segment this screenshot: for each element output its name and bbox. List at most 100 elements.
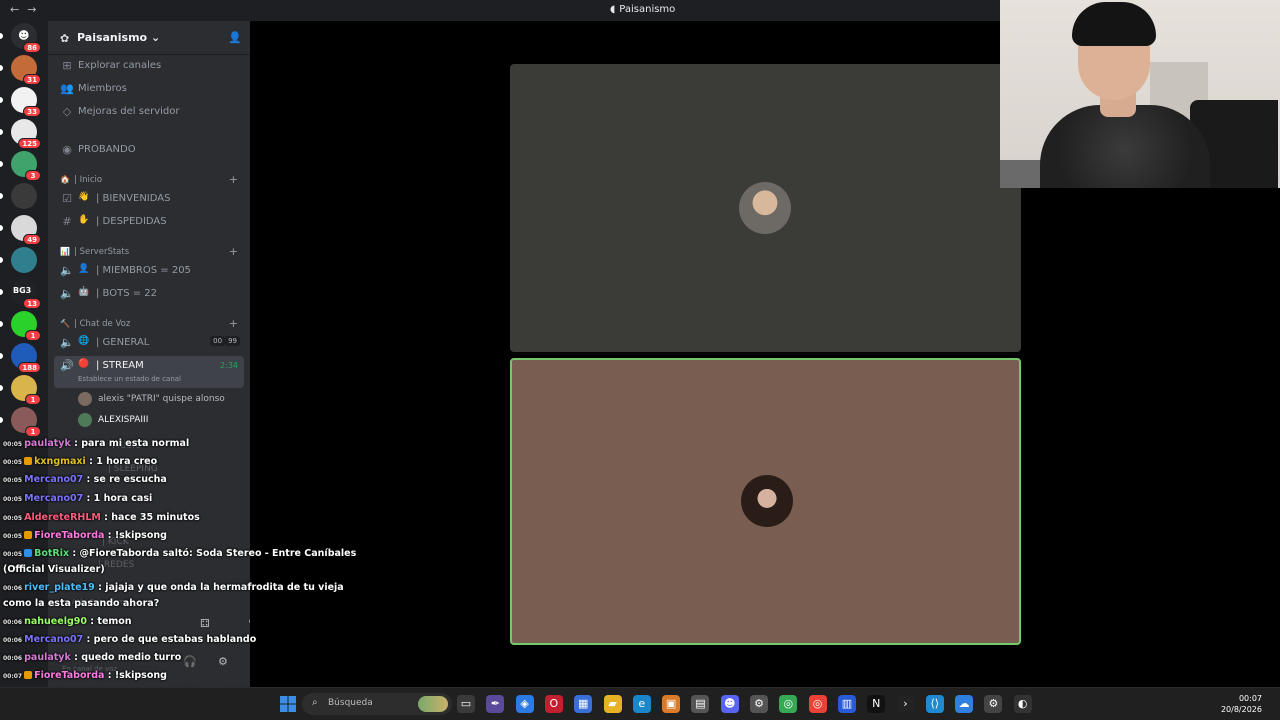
calendar-icon[interactable]: ▤ (691, 695, 710, 713)
category-chat-de-voz[interactable]: 🔨 | Chat de Voz + (54, 317, 244, 332)
chat-username: FioreTaborda (34, 530, 105, 541)
task-view-icon[interactable]: ▭ (457, 695, 475, 713)
server-icon[interactable]: 3 (11, 151, 41, 181)
category-serverstats[interactable]: 📊 | ServerStats + (54, 245, 244, 260)
chat-text: : para mi esta normal (70, 438, 190, 449)
stream-timer: 2:34 (220, 361, 238, 370)
windows-start-icon[interactable] (280, 696, 296, 712)
server-icon[interactable] (11, 247, 37, 273)
photos-icon[interactable]: ▣ (662, 695, 681, 713)
channel-emoji: 🔴 (78, 359, 90, 369)
voice-user-name: ALEXISPAIII (98, 415, 149, 425)
boost-icon: ◇ (62, 105, 72, 118)
discord-icon[interactable]: ☻ (720, 695, 739, 713)
gear-app-icon[interactable]: ⚙ (984, 695, 1003, 713)
mention-badge: 49 (23, 234, 41, 245)
settings-icon[interactable]: ⚙ (750, 695, 768, 713)
edge-icon[interactable]: e (632, 695, 651, 713)
chat-username: kxngmaxi (34, 456, 86, 467)
chrome-alt-icon[interactable]: ◎ (808, 695, 827, 713)
channel-miembros-stat[interactable]: 🔈 👤 | MIEMBROS = 205 (54, 261, 244, 281)
mention-badge: 125 (18, 138, 41, 149)
server-icon[interactable]: BG3 13 (11, 279, 41, 309)
chat-username: paulatyk (24, 652, 71, 663)
server-icon[interactable]: 49 (11, 215, 41, 245)
chat-text: : 1 hora creo (85, 456, 158, 467)
chat-message: 00:05 Mercano07 : 1 hora casi (3, 491, 358, 508)
server-icon[interactable]: ☻ 86 (11, 23, 41, 53)
server-icon[interactable]: 31 (11, 55, 41, 85)
obs-icon[interactable]: ◐ (1013, 695, 1032, 713)
chat-badge-icon (24, 531, 33, 539)
channel-status[interactable]: Establece un estado de canal (78, 375, 181, 383)
server-icon[interactable]: 1 (11, 407, 41, 437)
vscode-icon[interactable]: ⟨⟩ (925, 695, 944, 713)
participant-avatar (739, 182, 791, 234)
unread-indicator (0, 193, 3, 199)
unread-indicator (0, 129, 3, 135)
copilot-icon[interactable]: ◈ (515, 695, 534, 713)
server-icon[interactable]: 33 (11, 87, 41, 117)
category-label: | ServerStats (74, 247, 130, 257)
compass-icon: ⊞ (62, 59, 72, 72)
chat-timestamp: 00:06 (3, 585, 23, 592)
user-count-limit: 99 (225, 336, 240, 346)
chat-username: AldereteRHLM (24, 512, 101, 523)
chrome-icon[interactable]: ◎ (779, 695, 798, 713)
back-arrow-icon[interactable]: ← (10, 3, 19, 16)
speaker-locked-icon: 🔈 (60, 287, 74, 300)
opera-icon[interactable]: O (544, 695, 563, 713)
chat-timestamp: 00:06 (3, 655, 23, 662)
channel-bienvenidas[interactable]: ☑ 👋 | BIENVENIDAS (54, 189, 244, 209)
voice-channel-stream[interactable]: 🔊 🔴 | STREAM Establece un estado de canal 2:… (54, 356, 244, 388)
system-clock[interactable]: 00:07 20/8/2026 (1221, 693, 1262, 715)
category-label: | Inicio (74, 175, 103, 185)
server-icon[interactable] (11, 183, 37, 209)
channel-label: | GENERAL (96, 337, 150, 348)
podcast-icon: ◉ (62, 143, 72, 156)
server-icon[interactable]: 1 (11, 375, 41, 405)
server-boost-link[interactable]: ◇ Mejoras del servidor (54, 102, 244, 122)
unread-indicator (0, 289, 3, 295)
participant-tile-speaking[interactable] (510, 358, 1021, 645)
chat-text: : se re escucha (83, 474, 167, 485)
notion-icon[interactable]: N (867, 695, 886, 713)
search-highlight-icon (418, 696, 448, 712)
chat-badge-icon (24, 671, 33, 679)
server-icon[interactable]: 125 (11, 119, 41, 149)
members-link[interactable]: 👥 Miembros (54, 79, 244, 99)
calculator-icon[interactable]: ▥ (837, 695, 856, 713)
speaker-locked-icon: 🔈 (60, 264, 74, 277)
taskbar-search[interactable]: ⌕ Búsqueda (302, 693, 452, 715)
plus-icon[interactable]: + (229, 173, 238, 186)
invite-icon[interactable]: 👤 (228, 31, 242, 44)
participant-tile[interactable] (510, 64, 1021, 352)
user-count: 00 99 (210, 336, 240, 346)
channel-despedidas[interactable]: # ✋ | DESPEDIDAS (54, 212, 244, 232)
category-inicio[interactable]: 🏠 | Inicio + (54, 173, 244, 188)
explore-channels[interactable]: ⊞ Explorar canales (54, 56, 244, 76)
plus-icon[interactable]: + (229, 317, 238, 330)
channel-probando[interactable]: ◉ PROBANDO (54, 140, 244, 160)
server-icon[interactable]: 188 (11, 343, 41, 373)
guild-header[interactable]: ✿ Paisanismo ⌄ 👤 (48, 21, 250, 55)
terminal-icon[interactable]: › (896, 695, 915, 713)
voice-channel-general[interactable]: 🔈 🌐 | GENERAL 00 99 (54, 333, 244, 353)
unread-indicator (0, 161, 3, 167)
chat-username: FioreTaborda (34, 670, 105, 681)
server-icon[interactable]: 1 (11, 311, 41, 341)
chat-timestamp: 00:05 (3, 477, 23, 484)
forward-arrow-icon[interactable]: → (27, 3, 36, 16)
pen-app-icon[interactable]: ✒ (486, 695, 505, 713)
unread-indicator (0, 97, 3, 103)
plus-icon[interactable]: + (229, 245, 238, 258)
chat-username: BotRix (34, 548, 70, 559)
channel-label: | BIENVENIDAS (96, 193, 171, 204)
channel-probando-label: PROBANDO (78, 144, 136, 155)
cloud-icon[interactable]: ☁ (955, 695, 974, 713)
hash-icon: # (62, 215, 72, 228)
channel-bots-stat[interactable]: 🔈 🤖 | BOTS = 22 (54, 284, 244, 304)
store-icon[interactable]: ▦ (574, 695, 593, 713)
file-explorer-icon[interactable]: ▰ (603, 695, 622, 713)
clock-date: 20/8/2026 (1220, 705, 1262, 714)
